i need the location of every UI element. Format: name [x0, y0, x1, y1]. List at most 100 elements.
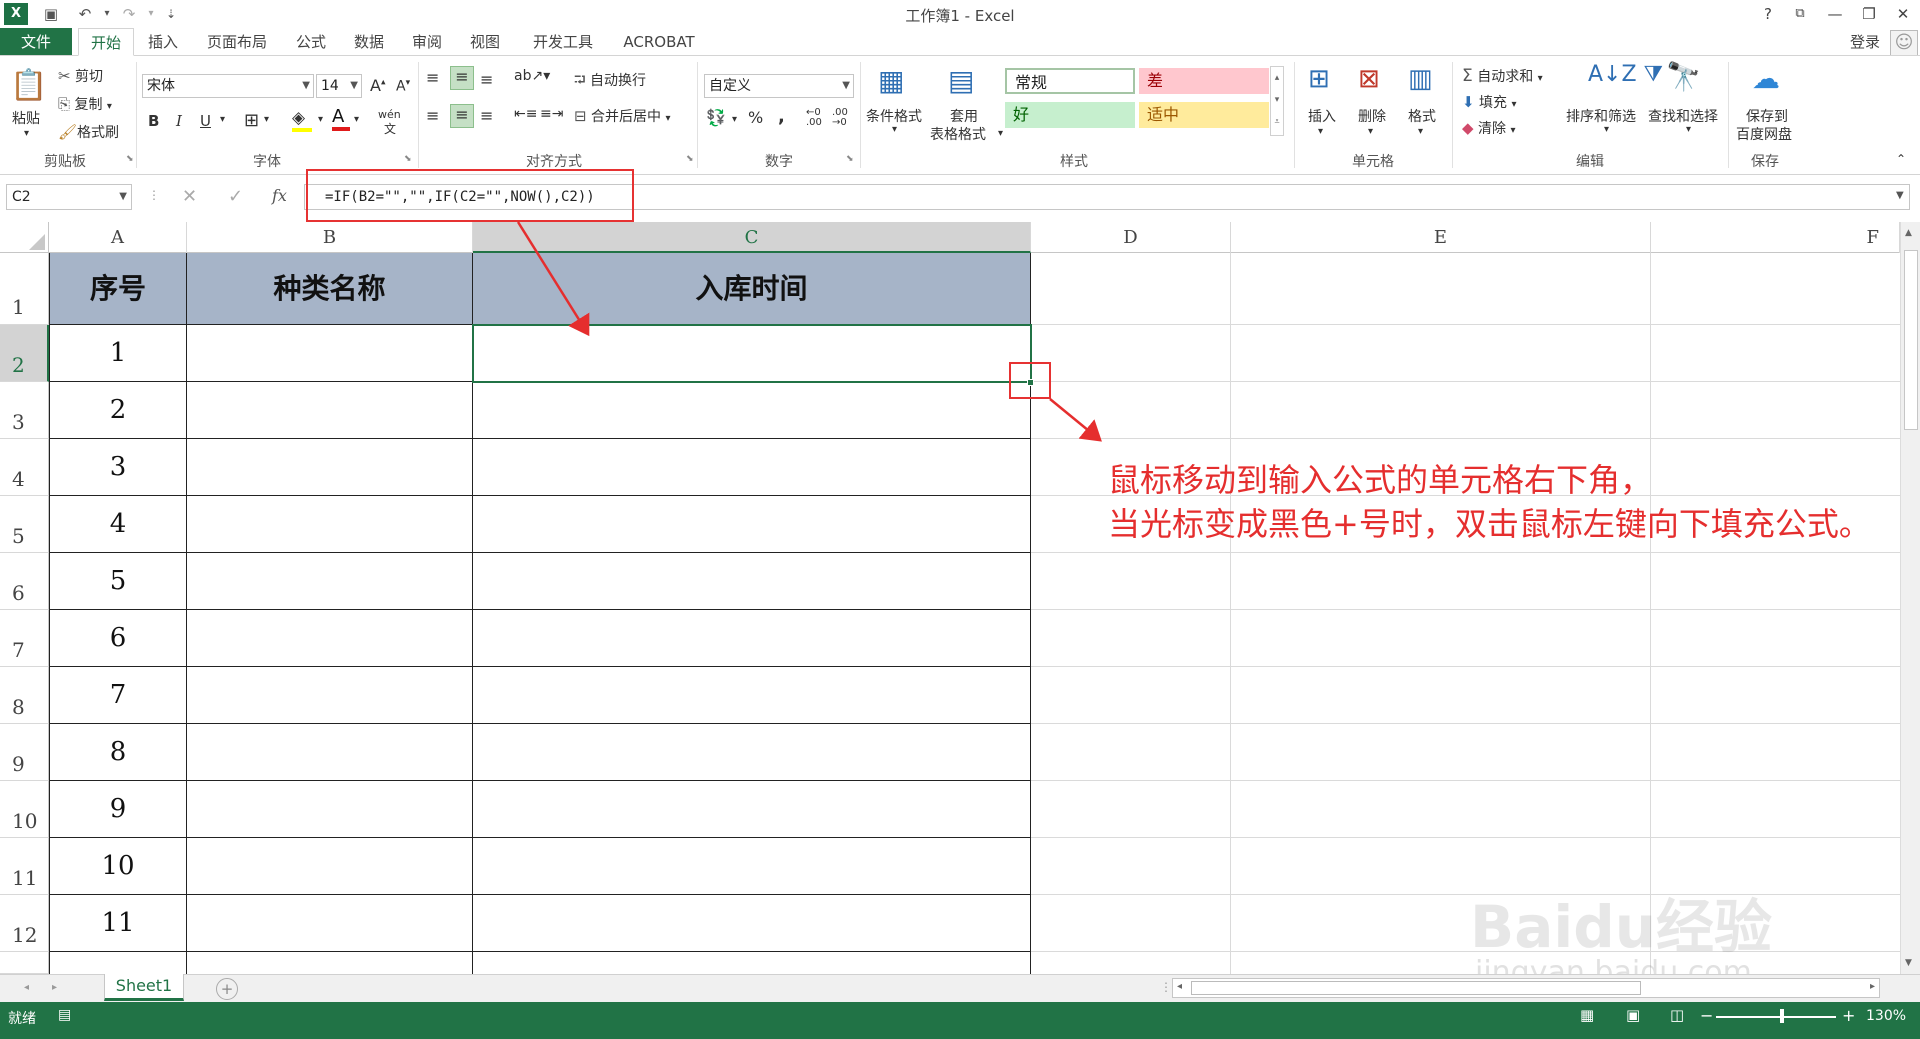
zoom-level[interactable]: 130%	[1866, 1008, 1906, 1024]
delete-cells-button[interactable]: 删除	[1358, 106, 1386, 126]
tab-formulas[interactable]: 公式	[288, 28, 334, 56]
fill-color-dropdown-icon[interactable]: ▾	[318, 114, 323, 125]
dialog-launcher-icon[interactable]: ⬊	[404, 154, 412, 164]
insert-dropdown-icon[interactable]: ▾	[1318, 126, 1323, 137]
save-to-cloud-label-2[interactable]: 百度网盘	[1736, 124, 1792, 144]
prev-sheet-icon[interactable]: ◂	[24, 982, 29, 993]
login-link[interactable]: 登录	[1840, 28, 1890, 56]
scroll-up-icon[interactable]: ▲	[1905, 228, 1912, 238]
vertical-scrollbar[interactable]: ▲ ▼	[1900, 222, 1920, 974]
insert-function-button[interactable]: fx	[272, 186, 287, 205]
dialog-launcher-icon[interactable]: ⬊	[126, 154, 134, 164]
increase-indent-icon[interactable]: ≡⇥	[540, 106, 563, 122]
conditional-format-dropdown-icon[interactable]: ▾	[892, 124, 897, 135]
time-cell[interactable]	[473, 724, 1031, 781]
style-normal[interactable]: 常规	[1005, 68, 1135, 94]
serial-cell[interactable]: 3	[50, 439, 187, 496]
scroll-down-icon[interactable]: ▼	[1905, 958, 1912, 968]
serial-cell[interactable]: 9	[50, 781, 187, 838]
header-cell[interactable]: 序号	[50, 253, 187, 325]
category-cell[interactable]	[187, 724, 473, 781]
row-header[interactable]: 2	[0, 325, 49, 382]
serial-cell[interactable]: 4	[50, 496, 187, 553]
find-select-button[interactable]: 查找和选择	[1648, 106, 1718, 126]
row-header[interactable]: 12	[0, 895, 49, 952]
time-cell[interactable]	[473, 382, 1031, 439]
category-cell[interactable]	[187, 667, 473, 724]
time-cell[interactable]	[473, 553, 1031, 610]
baidu-cloud-icon[interactable]: ☁	[1752, 62, 1780, 95]
sort-filter-icon[interactable]: A↓Z ⧩	[1588, 62, 1663, 87]
dialog-launcher-icon[interactable]: ⬊	[846, 154, 854, 164]
decrease-decimal-icon[interactable]: .00 →0	[832, 108, 848, 128]
find-dropdown-icon[interactable]: ▾	[1686, 124, 1691, 135]
time-cell[interactable]	[473, 439, 1031, 496]
tab-insert[interactable]: 插入	[140, 28, 186, 56]
font-name-combo[interactable]: 宋体 ▼	[142, 74, 314, 98]
row-header[interactable]: 5	[0, 496, 49, 553]
format-as-table-dropdown-icon[interactable]: ▾	[998, 128, 1003, 139]
serial-cell[interactable]: 6	[50, 610, 187, 667]
category-cell[interactable]	[187, 895, 473, 952]
time-cell[interactable]	[473, 781, 1031, 838]
align-center-icon[interactable]: ≡	[450, 104, 474, 128]
row-header[interactable]: 3	[0, 382, 49, 439]
category-cell[interactable]	[187, 439, 473, 496]
add-sheet-icon[interactable]: +	[216, 978, 238, 1000]
font-color-icon[interactable]: A	[332, 106, 350, 131]
category-cell[interactable]	[187, 382, 473, 439]
category-cell[interactable]	[187, 952, 473, 974]
sort-filter-button[interactable]: 排序和筛选	[1566, 106, 1636, 126]
serial-cell[interactable]: 8	[50, 724, 187, 781]
row-header[interactable]: 4	[0, 439, 49, 496]
format-cells-icon[interactable]: ▥	[1408, 64, 1433, 94]
horizontal-scrollbar[interactable]: ◂ ▸	[1172, 978, 1880, 998]
time-cell[interactable]	[473, 895, 1031, 952]
serial-cell[interactable]: 10	[50, 838, 187, 895]
format-as-table-icon[interactable]: ▤	[948, 64, 974, 97]
align-middle-icon[interactable]: ≡	[450, 66, 474, 90]
tab-file[interactable]: 文件	[0, 28, 72, 56]
clear-button[interactable]: ◆ 清除 ▾	[1462, 118, 1515, 138]
fill-color-icon[interactable]: ◈	[292, 108, 312, 132]
tab-developer[interactable]: 开发工具	[520, 28, 606, 56]
time-cell[interactable]	[473, 667, 1031, 724]
decrease-indent-icon[interactable]: ⇤≡	[514, 106, 537, 122]
zoom-in-icon[interactable]: +	[1842, 1006, 1855, 1025]
zoom-slider-thumb[interactable]	[1780, 1009, 1784, 1023]
style-good[interactable]: 好	[1005, 102, 1135, 128]
comma-button[interactable]: ,	[778, 106, 785, 127]
insert-cells-button[interactable]: 插入	[1308, 106, 1336, 126]
align-top-icon[interactable]: ≡	[426, 68, 439, 87]
autosum-button[interactable]: Σ 自动求和 ▾	[1462, 66, 1543, 86]
underline-dropdown-icon[interactable]: ▾	[220, 114, 225, 125]
align-right-icon[interactable]: ≡	[480, 106, 493, 125]
percent-button[interactable]: %	[748, 108, 763, 127]
format-as-table-label-1[interactable]: 套用	[950, 106, 978, 126]
merge-center-button[interactable]: ⊟ 合并后居中 ▾	[574, 106, 671, 126]
close-button[interactable]: ✕	[1890, 3, 1916, 25]
collapse-ribbon-icon[interactable]: ⌃	[1896, 152, 1906, 166]
row-header[interactable]: 11	[0, 838, 49, 895]
bold-button[interactable]: B	[148, 112, 159, 130]
restore-button[interactable]: ❐	[1856, 3, 1882, 25]
currency-dropdown-icon[interactable]: ▾	[732, 114, 737, 125]
find-select-icon[interactable]: 🔭	[1666, 60, 1701, 93]
serial-cell[interactable]	[50, 952, 187, 974]
column-header-c[interactable]: C	[473, 222, 1031, 253]
scroll-left-icon[interactable]: ◂	[1177, 981, 1182, 992]
paste-button[interactable]: 粘贴	[12, 108, 40, 128]
header-cell[interactable]: 种类名称	[187, 253, 473, 325]
help-button[interactable]: ?	[1755, 3, 1781, 25]
align-bottom-icon[interactable]: ≡	[480, 70, 493, 89]
format-cells-button[interactable]: 格式	[1408, 106, 1436, 126]
border-dropdown-icon[interactable]: ▾	[264, 114, 269, 125]
row-header[interactable]: 8	[0, 667, 49, 724]
time-cell[interactable]	[473, 952, 1031, 974]
serial-cell[interactable]: 11	[50, 895, 187, 952]
format-as-table-label-2[interactable]: 表格格式	[930, 124, 986, 144]
increase-font-icon[interactable]: A▴	[370, 76, 385, 95]
tab-view[interactable]: 视图	[462, 28, 508, 56]
tab-review[interactable]: 审阅	[404, 28, 450, 56]
horizontal-scroll-thumb[interactable]	[1191, 981, 1641, 995]
